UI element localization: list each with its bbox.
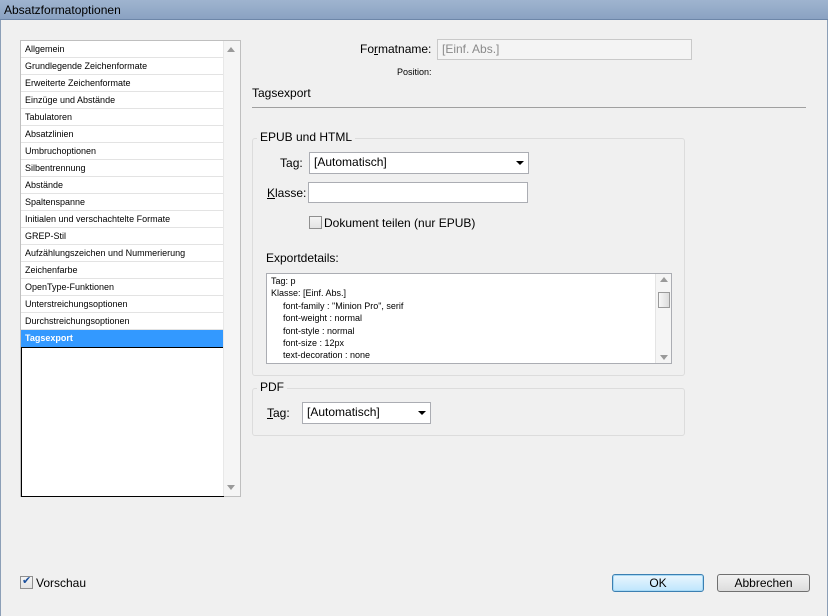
sidebar-item[interactable]: Silbentrennung bbox=[21, 160, 224, 177]
epub-group-title: EPUB und HTML bbox=[257, 130, 356, 144]
window-title: Absatzformatoptionen bbox=[4, 3, 121, 17]
sidebar-item[interactable]: Grundlegende Zeichenformate bbox=[21, 58, 224, 75]
sidebar-item[interactable]: Unterstreichungsoptionen bbox=[21, 296, 224, 313]
chevron-down-icon bbox=[516, 161, 524, 165]
export-detail-line: Tag: p bbox=[271, 276, 296, 286]
scroll-down-icon[interactable] bbox=[227, 485, 235, 490]
scroll-up-icon[interactable] bbox=[660, 277, 668, 282]
export-detail-line: Klasse: [Einf. Abs.] bbox=[271, 288, 347, 299]
sidebar-item[interactable]: Tabulatoren bbox=[21, 109, 224, 126]
sidebar-item[interactable]: Zeichenfarbe bbox=[21, 262, 224, 279]
sidebar-item[interactable]: Aufzählungszeichen und Nummerierung bbox=[21, 245, 224, 262]
pdf-group-title: PDF bbox=[257, 380, 287, 394]
sidebar-item[interactable]: Abstände bbox=[21, 177, 224, 194]
category-list-empty-area bbox=[21, 347, 224, 497]
section-title: Tagsexport bbox=[252, 86, 311, 100]
category-list-scrollbar[interactable] bbox=[223, 41, 240, 496]
section-separator bbox=[252, 107, 806, 108]
export-detail-line: font-weight : normal bbox=[283, 313, 363, 324]
export-detail-line: font-size : 12px bbox=[283, 338, 345, 349]
sidebar-item[interactable]: OpenType-Funktionen bbox=[21, 279, 224, 296]
dialog-body: Allgemein Grundlegende Zeichenformate Erwe… bbox=[0, 20, 828, 616]
export-details-scrollbar[interactable] bbox=[655, 274, 671, 363]
sidebar-item[interactable]: Allgemein bbox=[21, 41, 224, 58]
position-label: Position: bbox=[397, 67, 432, 77]
scroll-up-icon[interactable] bbox=[227, 47, 235, 52]
class-label: Klasse: bbox=[267, 186, 307, 200]
export-details-box[interactable]: Tag: p Klasse: [Einf. Abs.] font-family : … bbox=[266, 273, 672, 364]
split-document-checkbox[interactable] bbox=[309, 216, 322, 229]
title-bar: Absatzformatoptionen bbox=[0, 0, 828, 20]
scroll-thumb[interactable] bbox=[658, 292, 670, 308]
ok-button[interactable]: OK bbox=[612, 574, 704, 592]
sidebar-item[interactable]: Durchstreichungsoptionen bbox=[21, 313, 224, 330]
pdf-tag-select[interactable]: [Automatisch] bbox=[302, 402, 431, 424]
export-details-label: Exportdetails: bbox=[266, 251, 339, 265]
cancel-button[interactable]: Abbrechen bbox=[717, 574, 810, 592]
category-list[interactable]: Allgemein Grundlegende Zeichenformate Erwe… bbox=[20, 40, 241, 497]
epub-tag-label: Tag: bbox=[280, 156, 303, 170]
preview-label: Vorschau bbox=[36, 576, 87, 590]
sidebar-item[interactable]: Umbruchoptionen bbox=[21, 143, 224, 160]
sidebar-item[interactable]: Einzüge und Abstände bbox=[21, 92, 224, 109]
sidebar-item[interactable]: Absatzlinien bbox=[21, 126, 224, 143]
chevron-down-icon bbox=[418, 411, 426, 415]
format-name-field: [Einf. Abs.] bbox=[437, 39, 692, 60]
split-document-label: Dokument teilen (nur EPUB) bbox=[324, 216, 476, 230]
sidebar-item[interactable]: Tagsexport bbox=[21, 330, 224, 347]
export-detail-line: font-family : "Minion Pro", serif bbox=[283, 300, 404, 311]
sidebar-item[interactable]: Erweiterte Zeichenformate bbox=[21, 75, 224, 92]
preview-checkbox[interactable] bbox=[20, 574, 33, 589]
sidebar-item[interactable]: Spaltenspanne bbox=[21, 194, 224, 211]
sidebar-item[interactable]: GREP-Stil bbox=[21, 228, 224, 245]
class-input[interactable] bbox=[308, 182, 528, 203]
sidebar-item[interactable]: Initialen und verschachtelte Formate bbox=[21, 211, 224, 228]
scroll-down-icon[interactable] bbox=[660, 355, 668, 360]
export-detail-line: text-decoration : none bbox=[283, 350, 371, 361]
epub-tag-select[interactable]: [Automatisch] bbox=[309, 152, 529, 174]
pdf-tag-label: Tag: bbox=[267, 406, 290, 420]
format-name-label: Formatname: bbox=[360, 42, 432, 56]
export-detail-line: font-style : normal bbox=[283, 325, 355, 336]
